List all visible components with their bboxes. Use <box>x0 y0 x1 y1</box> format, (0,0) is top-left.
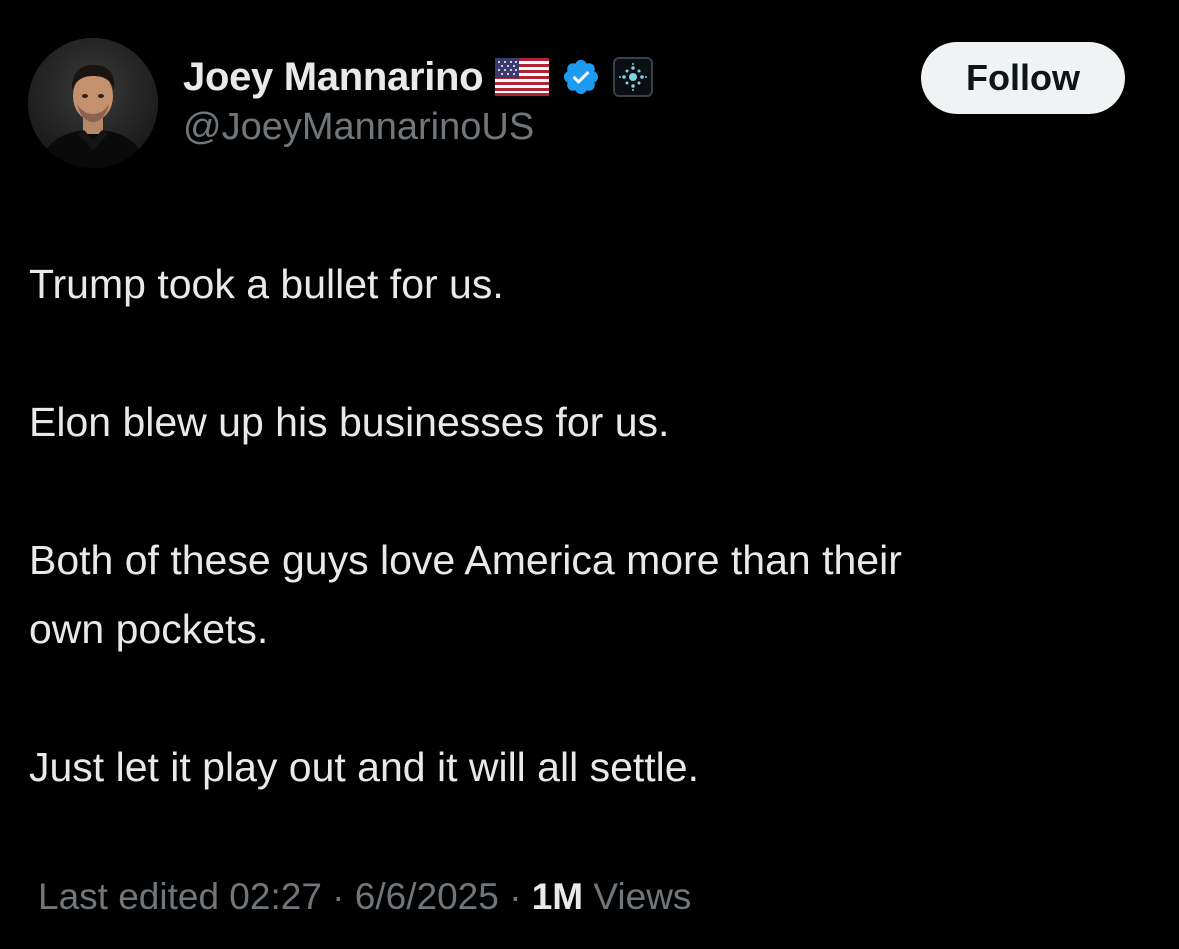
affiliate-badge-icon[interactable] <box>613 57 654 97</box>
avatar-image <box>28 38 158 168</box>
views-count: 1M <box>531 876 584 917</box>
tweet-paragraph: Trump took a bullet for us. <box>29 261 504 307</box>
verified-badge-icon[interactable] <box>561 57 601 97</box>
author-handle[interactable]: @JoeyMannarinoUS <box>183 106 534 149</box>
post-date[interactable]: 6/6/2025 <box>355 876 499 918</box>
tweet-paragraph: Just let it play out and it will all set… <box>29 744 699 790</box>
tweet-body: Trump took a bullet for us. Elon blew up… <box>29 250 1149 802</box>
views-label: Views <box>583 876 692 917</box>
tweet-paragraph: own pockets. <box>29 606 269 652</box>
tweet-meta: Last edited 02:27 · 6/6/2025 · 1M Views <box>38 876 691 918</box>
edited-timestamp[interactable]: Last edited 02:27 <box>38 876 322 918</box>
tweet-paragraph: Both of these guys love America more tha… <box>29 537 902 583</box>
author-name-row: Joey Mannarino <box>183 52 654 102</box>
meta-separator: · <box>498 876 532 917</box>
us-flag-icon <box>495 58 550 96</box>
author-display-name[interactable]: Joey Mannarino <box>183 55 484 100</box>
meta-separator: · <box>321 876 355 917</box>
avatar[interactable] <box>28 38 158 168</box>
follow-button[interactable]: Follow <box>921 42 1125 114</box>
tweet-paragraph: Elon blew up his businesses for us. <box>29 399 670 445</box>
